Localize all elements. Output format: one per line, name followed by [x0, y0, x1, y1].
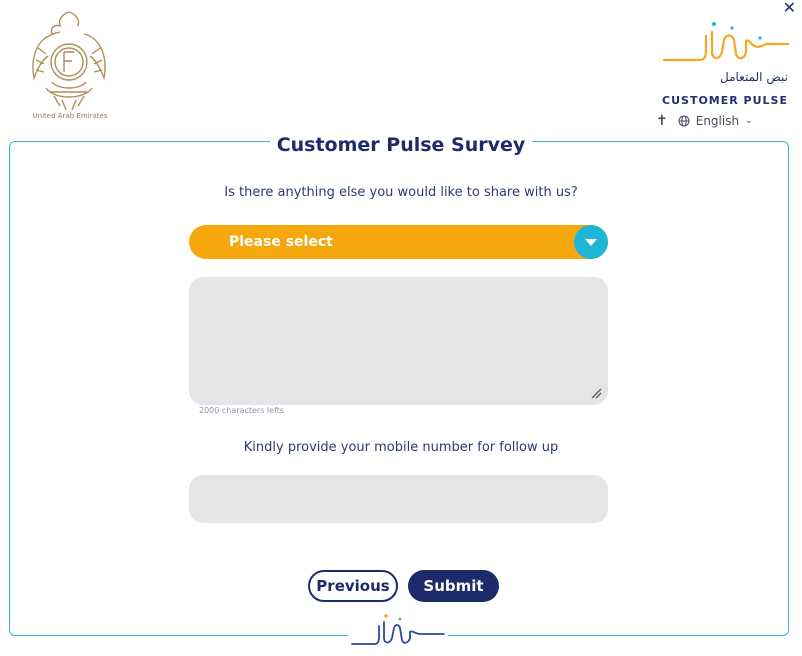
close-icon: ✕ — [782, 0, 796, 17]
language-selector[interactable]: English ⌄ — [678, 114, 753, 128]
topic-select[interactable]: Please select — [189, 225, 608, 259]
topic-select-value: Please select — [229, 234, 333, 250]
resize-handle-icon[interactable] — [590, 387, 602, 399]
close-button[interactable]: ✕ — [783, 0, 796, 16]
globe-icon — [678, 115, 690, 127]
previous-button[interactable]: Previous — [308, 570, 398, 602]
mobile-number-input[interactable] — [189, 475, 608, 523]
chevron-down-icon[interactable] — [574, 225, 608, 259]
footer-pulse-logo — [348, 612, 448, 652]
emblem-caption: United Arab Emirates — [32, 112, 108, 120]
survey-title: Customer Pulse Survey — [270, 130, 532, 160]
mobile-question-text: Kindly provide your mobile number for fo… — [243, 440, 559, 455]
chevron-down-icon: ⌄ — [745, 116, 753, 126]
characters-left-counter: 2000 characters lefts — [199, 406, 285, 415]
language-label: English — [695, 114, 740, 128]
uae-emblem-logo — [24, 8, 114, 118]
submit-button[interactable]: Submit — [408, 570, 499, 602]
pulse-wave-icon — [662, 22, 790, 62]
header-tools: ✝ English ⌄ — [656, 113, 753, 129]
customer-pulse-logo: نبض المتعامل CUSTOMER PULSE — [652, 20, 790, 115]
logo-english-text: CUSTOMER PULSE — [662, 94, 788, 107]
question-text: Is there anything else you would like to… — [224, 185, 578, 200]
comment-textarea[interactable] — [189, 277, 608, 405]
accessibility-icon[interactable]: ✝ — [656, 113, 668, 129]
logo-arabic-text: نبض المتعامل — [720, 70, 788, 84]
